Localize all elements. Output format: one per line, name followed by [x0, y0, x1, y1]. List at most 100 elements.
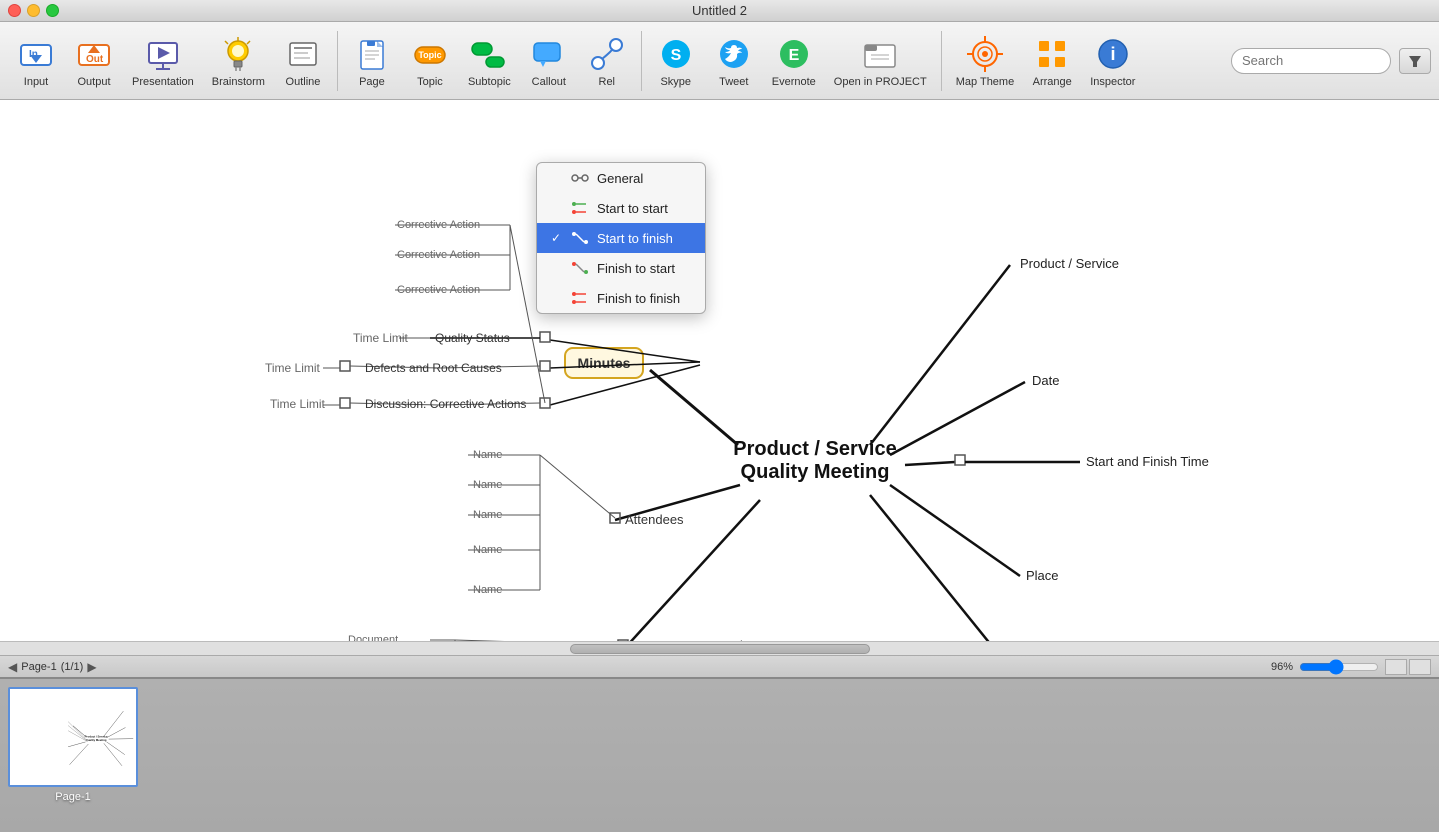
start-to-finish-icon	[571, 229, 589, 247]
toolbar-brainstorm[interactable]: Brainstorm	[204, 30, 273, 92]
prev-page-button[interactable]: ◀	[8, 660, 17, 674]
title-bar: Untitled 2	[0, 0, 1439, 22]
menu-general-label: General	[597, 171, 643, 186]
maximize-button[interactable]	[46, 4, 59, 17]
page-thumbnail[interactable]: Product / Service Quality Meeting Page-1	[8, 687, 138, 803]
doc-1: Document	[348, 634, 398, 641]
output-icon: Out	[74, 34, 114, 74]
toolbar-rel-label: Rel	[599, 76, 616, 88]
minutes-node: Minutes	[578, 355, 631, 371]
thumbnail-preview: Product / Service Quality Meeting	[8, 687, 138, 787]
toolbar-skype[interactable]: S Skype	[648, 30, 704, 92]
page-info: (1/1)	[61, 661, 84, 673]
toolbar-evernote-label: Evernote	[772, 76, 816, 88]
toolbar: In Input Out Output Presentation	[0, 22, 1439, 100]
svg-text:E: E	[788, 47, 799, 64]
outline-icon	[283, 34, 323, 74]
minimize-button[interactable]	[27, 4, 40, 17]
svg-text:Quality Meeting: Quality Meeting	[86, 738, 107, 742]
name-3: Name	[473, 509, 502, 521]
search-input[interactable]	[1231, 48, 1391, 74]
toolbar-arrange[interactable]: Arrange	[1024, 30, 1080, 92]
menu-start-to-start-label: Start to start	[597, 201, 668, 216]
separator-3	[941, 31, 942, 91]
svg-text:Out: Out	[86, 54, 104, 65]
general-link-icon	[571, 169, 589, 187]
toolbar-rel[interactable]: Rel	[579, 30, 635, 92]
toolbar-arrange-label: Arrange	[1033, 76, 1072, 88]
menu-item-finish-to-finish[interactable]: Finish to finish	[537, 283, 705, 313]
page-icon	[352, 34, 392, 74]
toolbar-input[interactable]: In Input	[8, 30, 64, 92]
input-icon: In	[16, 34, 56, 74]
skype-icon: S	[656, 34, 696, 74]
thumbnail-label: Page-1	[55, 791, 90, 803]
toolbar-evernote[interactable]: E Evernote	[764, 30, 824, 92]
separator-1	[337, 31, 338, 91]
toolbar-presentation[interactable]: Presentation	[124, 30, 202, 92]
zoom-slider[interactable]	[1299, 659, 1379, 675]
name-5: Name	[473, 584, 502, 596]
toolbar-tweet[interactable]: Tweet	[706, 30, 762, 92]
scroll-thumb[interactable]	[570, 644, 870, 654]
name-4: Name	[473, 544, 502, 556]
toolbar-topic[interactable]: Topic Topic	[402, 30, 458, 92]
node-place: Place	[1026, 568, 1059, 583]
finish-to-finish-icon	[571, 289, 589, 307]
filter-button[interactable]	[1399, 48, 1431, 74]
toolbar-inspector-label: Inspector	[1090, 76, 1135, 88]
window-controls	[8, 4, 59, 17]
inspector-icon: i	[1093, 34, 1133, 74]
window-title: Untitled 2	[692, 3, 747, 18]
toolbar-outline[interactable]: Outline	[275, 30, 331, 92]
menu-item-general[interactable]: General	[537, 163, 705, 193]
toolbar-presentation-label: Presentation	[132, 76, 194, 88]
menu-finish-to-start-label: Finish to start	[597, 261, 675, 276]
toolbar-page[interactable]: Page	[344, 30, 400, 92]
close-button[interactable]	[8, 4, 21, 17]
toolbar-search-area	[1223, 48, 1431, 74]
toolbar-callout[interactable]: Callout	[521, 30, 577, 92]
menu-item-finish-to-start[interactable]: Finish to start	[537, 253, 705, 283]
toolbar-skype-label: Skype	[660, 76, 691, 88]
dependency-type-dropdown: General Start to start ✓ Start to finish	[536, 162, 706, 314]
callout-icon	[529, 34, 569, 74]
arrange-icon	[1032, 34, 1072, 74]
svg-text:Topic: Topic	[418, 50, 441, 60]
toolbar-inspector[interactable]: i Inspector	[1082, 30, 1143, 92]
zoom-area: 96%	[1271, 659, 1431, 675]
toolbar-open-in-project[interactable]: Open in PROJECT	[826, 30, 935, 92]
toolbar-open-in-project-label: Open in PROJECT	[834, 76, 927, 88]
node-start-finish-time: Start and Finish Time	[1086, 454, 1209, 469]
thumbnail-svg: Product / Service Quality Meeting	[10, 689, 136, 785]
toolbar-output-label: Output	[77, 76, 110, 88]
name-1: Name	[473, 449, 502, 461]
fit-page-button[interactable]	[1385, 659, 1407, 675]
node-discussion: Discussion: Corrective Actions	[365, 397, 526, 411]
menu-item-start-to-start[interactable]: Start to start	[537, 193, 705, 223]
toolbar-output[interactable]: Out Output	[66, 30, 122, 92]
toolbar-subtopic[interactable]: Subtopic	[460, 30, 519, 92]
toolbar-callout-label: Callout	[532, 76, 566, 88]
page-label: Page-1	[21, 661, 56, 673]
toolbar-map-theme[interactable]: Map Theme	[948, 30, 1023, 92]
node-product-service: Product / Service	[1020, 256, 1119, 271]
mindmap-svg: Product / Service Quality Meeting Produc…	[0, 100, 1439, 641]
actual-size-button[interactable]	[1409, 659, 1431, 675]
start-to-finish-checkmark: ✓	[549, 231, 563, 245]
view-buttons	[1385, 659, 1431, 675]
next-page-button[interactable]: ▶	[87, 660, 96, 674]
time-limit-3: Time Limit	[270, 397, 326, 411]
horizontal-scrollbar[interactable]	[0, 641, 1439, 655]
evernote-icon: E	[774, 34, 814, 74]
map-theme-icon	[965, 34, 1005, 74]
subtopic-icon	[469, 34, 509, 74]
menu-finish-to-finish-label: Finish to finish	[597, 291, 680, 306]
separator-2	[641, 31, 642, 91]
menu-item-start-to-finish[interactable]: ✓ Start to finish	[537, 223, 705, 253]
toolbar-map-theme-label: Map Theme	[956, 76, 1015, 88]
start-to-start-icon	[571, 199, 589, 217]
toolbar-tweet-label: Tweet	[719, 76, 748, 88]
corrective-3: Corrective Action	[397, 284, 480, 296]
svg-text:i: i	[1110, 44, 1115, 64]
